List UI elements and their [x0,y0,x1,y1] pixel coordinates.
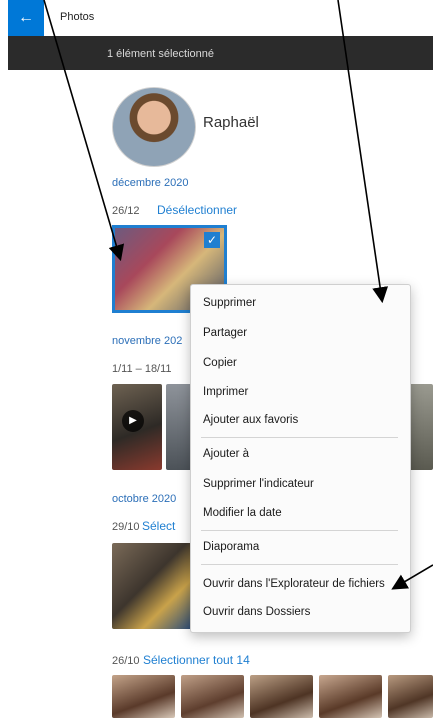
annotation-arrow [337,0,389,304]
annotation-arrow [391,564,433,590]
annotation-arrow [43,0,125,262]
annotation-arrows [43,0,433,590]
